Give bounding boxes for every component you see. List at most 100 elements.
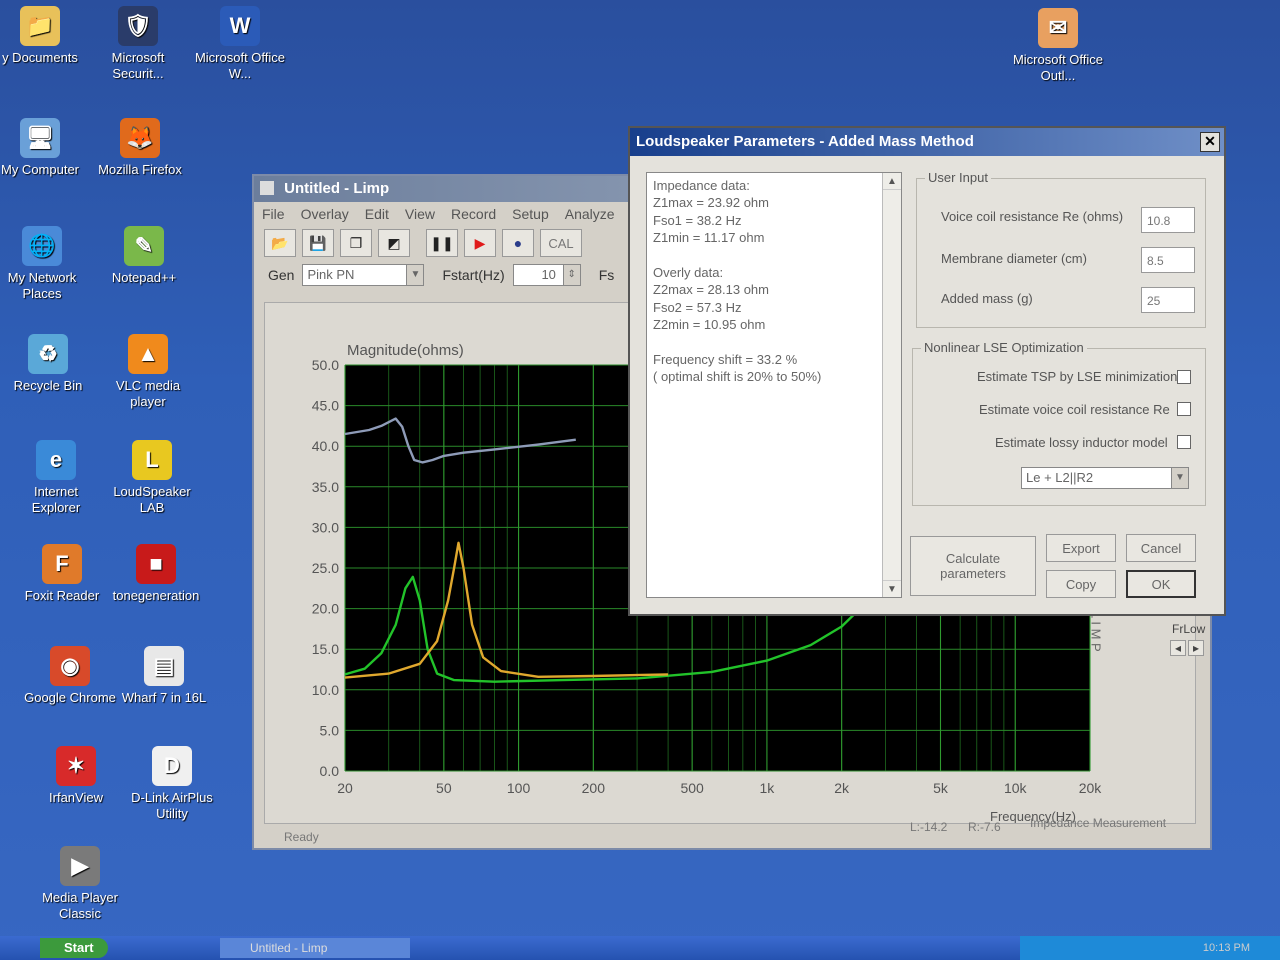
desktop-icon-15[interactable]: ✶ IrfanView [28, 746, 124, 806]
clock[interactable]: 10:13 PM [1203, 942, 1250, 954]
info-scrollbar[interactable]: ▲ ▼ [882, 173, 901, 597]
frlow-left-button[interactable]: ◂ [1170, 640, 1186, 656]
scroll-down-icon[interactable]: ▼ [883, 580, 901, 597]
spinner-icon[interactable]: ⇕ [562, 265, 580, 285]
desktop-icon-label: VLC media player [115, 378, 181, 409]
play-icon[interactable]: ▶ [464, 229, 496, 257]
x-tick-label: 5k [933, 780, 949, 796]
info-line: Z1max = 23.92 ohm [653, 195, 769, 211]
y-tick-label: 5.0 [320, 722, 340, 738]
desktop-icon-8[interactable]: ▲ VLC media player [100, 334, 196, 410]
save-icon[interactable]: 💾 [302, 229, 334, 257]
status-ready: Ready [284, 830, 319, 844]
record-icon[interactable]: ● [502, 229, 534, 257]
cal-button[interactable]: CAL [540, 229, 582, 257]
edit-icon[interactable]: ◩ [378, 229, 410, 257]
open-folder-icon[interactable]: 📂 [264, 229, 296, 257]
ok-button[interactable]: OK [1126, 570, 1196, 598]
re-input[interactable]: 10.8 [1141, 207, 1195, 233]
y-tick-label: 35.0 [312, 479, 339, 495]
menu-item-analyze[interactable]: Analyze [565, 206, 615, 222]
dialog-title-bar[interactable]: Loudspeaker Parameters - Added Mass Meth… [630, 128, 1224, 156]
desktop-icon-glyph: 🦊 [120, 118, 160, 158]
limp-side-label: L I M P [1089, 611, 1104, 652]
taskbar-item-limp[interactable]: Untitled - Limp [220, 938, 410, 958]
lse-option-tsp-checkbox[interactable] [1177, 370, 1191, 384]
desktop-icon-glyph: F [42, 544, 82, 584]
x-tick-label: 50 [436, 780, 452, 796]
mass-input[interactable]: 25 [1141, 287, 1195, 313]
desktop-icon-4[interactable]: 🦊 Mozilla Firefox [92, 118, 188, 178]
desktop-icon-11[interactable]: F Foxit Reader [14, 544, 110, 604]
desktop-icon-glyph: ▶ [60, 846, 100, 886]
scroll-up-icon[interactable]: ▲ [883, 173, 901, 190]
desktop-icon-5[interactable]: 🌐 My Network Places [0, 226, 90, 302]
desktop-icon-label: Google Chrome [24, 690, 116, 705]
system-tray: 10:13 PM [1020, 936, 1280, 960]
desktop-icon-glyph: ✉ [1038, 8, 1078, 48]
y-axis-label: Magnitude(ohms) [347, 342, 464, 359]
user-input-group: User Input Voice coil resistance Re (ohm… [916, 170, 1206, 328]
pause-icon[interactable]: ❚❚ [426, 229, 458, 257]
desktop-icon-16[interactable]: D D-Link AirPlus Utility [124, 746, 220, 822]
desktop-icon-2[interactable]: W Microsoft Office W... [192, 6, 288, 82]
diameter-input[interactable]: 8.5 [1141, 247, 1195, 273]
generator-select[interactable]: Pink PN ▼ [302, 264, 425, 286]
desktop-icon-12[interactable]: ■ tonegeneration [108, 544, 204, 604]
info-line: Overly data: [653, 265, 724, 281]
desktop-icon-14[interactable]: ▤ Wharf 7 in 16L [116, 646, 212, 706]
info-lines: Impedance data: Z1max = 23.92 ohm Fso1 = 3… [653, 177, 895, 386]
desktop-icon-6[interactable]: ✎ Notepad++ [96, 226, 192, 286]
desktop-icon-label: Media Player Classic [42, 890, 118, 921]
export-button[interactable]: Export [1046, 534, 1116, 562]
y-tick-label: 0.0 [320, 763, 340, 779]
lse-option-inductor-checkbox[interactable] [1177, 435, 1191, 449]
menu-item-overlay[interactable]: Overlay [301, 206, 349, 222]
impedance-info-box[interactable]: Impedance data: Z1max = 23.92 ohm Fso1 = 3… [646, 172, 902, 598]
copy-icon[interactable]: ❐ [340, 229, 372, 257]
desktop-icon-label: LoudSpeaker LAB [113, 484, 191, 515]
taskbar: Start Untitled - Limp 10:13 PM [0, 936, 1280, 960]
desktop-icon-9[interactable]: e Internet Explorer [8, 440, 104, 516]
menu-item-view[interactable]: View [405, 206, 435, 222]
frlow-right-button[interactable]: ▸ [1188, 640, 1204, 656]
cancel-button[interactable]: Cancel [1126, 534, 1196, 562]
chevron-down-icon[interactable]: ▼ [406, 265, 424, 285]
chevron-down-icon[interactable]: ▼ [1171, 468, 1188, 488]
info-line [653, 334, 895, 351]
desktop-icon-label: Foxit Reader [24, 588, 100, 603]
desktop-icon-label: Microsoft Office W... [194, 50, 286, 81]
menu-item-edit[interactable]: Edit [365, 206, 389, 222]
menu-item-file[interactable]: File [262, 206, 285, 222]
desktop-icon-7[interactable]: ♻ Recycle Bin [0, 334, 96, 394]
desktop-icon-label: Recycle Bin [13, 378, 83, 393]
start-button[interactable]: Start [40, 938, 108, 958]
calculate-parameters-button[interactable]: Calculate parameters [910, 536, 1036, 596]
menu-item-record[interactable]: Record [451, 206, 496, 222]
desktop-icon-0[interactable]: 📁 y Documents [0, 6, 88, 66]
x-tick-label: 1k [760, 780, 776, 796]
lse-label: Nonlinear LSE Optimization [921, 340, 1087, 355]
x-tick-label: 20 [337, 780, 353, 796]
lse-option-re-label: Estimate voice coil resistance Re [979, 402, 1170, 417]
desktop-icon-glyph: 📁 [20, 6, 60, 46]
copy-button[interactable]: Copy [1046, 570, 1116, 598]
fstart-input[interactable]: 10 ⇕ [512, 264, 581, 286]
info-line: Fso1 = 38.2 Hz [653, 212, 742, 228]
desktop-icon-17[interactable]: ▶ Media Player Classic [32, 846, 128, 922]
frlow-label: FrLow [1172, 622, 1206, 636]
inductor-model-select[interactable]: Le + L2||R2 ▼ [1021, 467, 1189, 489]
close-icon[interactable]: ✕ [1200, 132, 1220, 152]
desktop-icon-13[interactable]: ◉ Google Chrome [22, 646, 118, 706]
y-tick-label: 45.0 [312, 398, 339, 414]
lse-option-re-checkbox[interactable] [1177, 402, 1191, 416]
x-tick-label: 2k [834, 780, 850, 796]
desktop-icon-10[interactable]: L LoudSpeaker LAB [104, 440, 200, 516]
desktop-icon-label: D-Link AirPlus Utility [131, 790, 213, 821]
status-r: R:-7.6 [968, 820, 1001, 834]
window-icon [260, 181, 274, 195]
desktop-icon-18[interactable]: ✉ Microsoft Office Outl... [1010, 8, 1106, 84]
menu-item-setup[interactable]: Setup [512, 206, 549, 222]
desktop-icon-1[interactable]: 🛡 Microsoft Securit... [90, 6, 186, 82]
desktop-icon-3[interactable]: 🖥 My Computer [0, 118, 88, 178]
